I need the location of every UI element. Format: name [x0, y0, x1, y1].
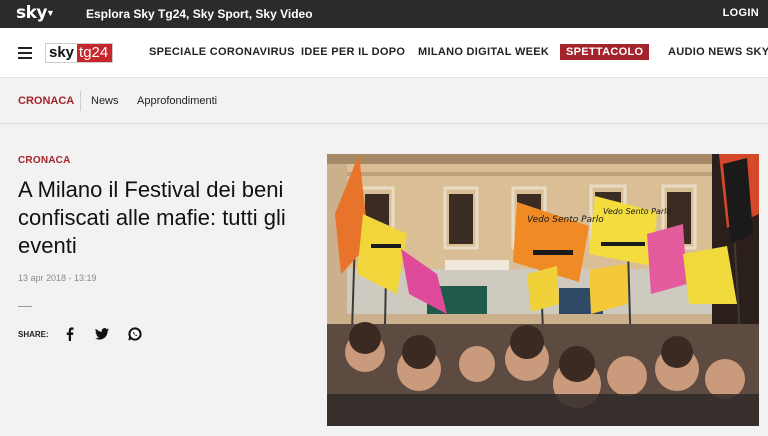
- nav-item-audio-news[interactable]: AUDIO NEWS SKY TG: [668, 46, 768, 58]
- flag-text: Vedo Sento Parlo: [603, 207, 671, 216]
- twitter-icon[interactable]: [94, 326, 110, 342]
- article-date: 13 apr 2018 - 13:19: [18, 273, 97, 283]
- nav-item-spettacolo[interactable]: SPETTACOLO: [560, 44, 650, 60]
- sky-logo[interactable]: sky: [16, 3, 48, 23]
- article-headline: A Milano il Festival dei beni confiscati…: [18, 177, 286, 258]
- brand-sky-text: sky: [46, 44, 78, 62]
- subnav-category[interactable]: CRONACA: [18, 95, 74, 107]
- nav-item-speciale-coronavirus[interactable]: SPECIALE CORONAVIRUS: [149, 46, 295, 58]
- share-label: SHARE:: [18, 330, 49, 339]
- top-bar: sky ▼ Esplora Sky Tg24, Sky Sport, Sky V…: [0, 0, 768, 28]
- skytg24-logo[interactable]: sky tg24: [45, 43, 114, 63]
- subnav-link-approfondimenti[interactable]: Approfondimenti: [137, 95, 217, 107]
- subnav-divider: [80, 91, 81, 111]
- explore-sky-link[interactable]: Esplora Sky Tg24, Sky Sport, Sky Video: [86, 7, 313, 21]
- login-link[interactable]: LOGIN: [723, 7, 759, 19]
- section-subnav: CRONACA News Approfondimenti: [0, 79, 768, 124]
- flag-text: Vedo Sento Parlo: [527, 215, 604, 225]
- article-kicker[interactable]: CRONACA: [18, 155, 71, 166]
- nav-item-milano-digital-week[interactable]: MILANO DIGITAL WEEK: [418, 46, 549, 58]
- article-photo[interactable]: Vedo Sento Parlo Vedo Sento Parlo: [327, 154, 759, 426]
- nav-item-idee-per-il-dopo[interactable]: IDEE PER IL DOPO: [301, 46, 405, 58]
- subnav-link-news[interactable]: News: [91, 95, 119, 107]
- brand-tg24-text: tg24: [77, 44, 113, 62]
- divider: [18, 306, 32, 307]
- hamburger-menu-icon[interactable]: [18, 47, 32, 59]
- whatsapp-icon[interactable]: [127, 326, 143, 342]
- main-navbar: sky tg24 SPECIALE CORONAVIRUS IDEE PER I…: [0, 28, 768, 78]
- chevron-down-icon[interactable]: ▼: [46, 8, 55, 18]
- facebook-icon[interactable]: [62, 326, 78, 342]
